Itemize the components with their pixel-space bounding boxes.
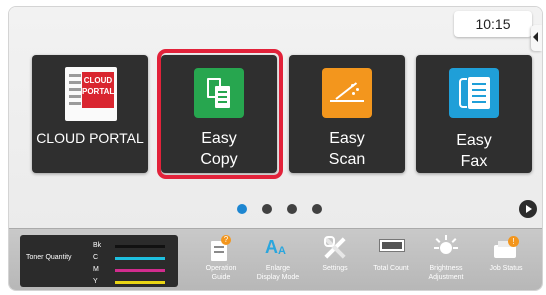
tile-easy-scan[interactable]: Easy Scan — [289, 55, 405, 173]
enlarge-display-button[interactable]: A A Enlarge Display Mode — [251, 231, 305, 289]
operation-guide-label-1: Operation — [205, 265, 237, 272]
tile-cloud-portal[interactable]: CLOUD PORTAL CLOUD PORTAL — [32, 55, 148, 173]
cloud-portal-logo: CLOUD PORTAL — [65, 67, 117, 121]
toner-quantity-label: Toner Quantity — [26, 254, 72, 261]
brightness-label-1: Brightness — [429, 265, 463, 272]
page-dot-4[interactable] — [312, 204, 322, 214]
operation-guide-label-2: Guide — [211, 274, 231, 281]
toner-quantity-panel[interactable]: Toner Quantity Bk C M Y — [20, 235, 178, 287]
clock: 10:15 — [454, 11, 532, 37]
enlarge-label-2: Display Mode — [256, 274, 300, 281]
total-count-icon — [379, 235, 405, 255]
toner-label-c: C — [93, 254, 99, 261]
enlarge-label-1: Enlarge — [265, 265, 291, 272]
toner-bar-c — [115, 257, 165, 260]
next-page-button[interactable] — [519, 200, 537, 218]
fax-icon — [449, 68, 499, 118]
bottom-toolbar: Toner Quantity Bk C M Y ? Operation Guid… — [9, 228, 542, 290]
logo-line-cloud: CLOUD — [83, 76, 113, 85]
brightness-button[interactable]: Brightness Adjustment — [423, 231, 469, 289]
play-icon — [526, 205, 532, 213]
scan-icon — [322, 68, 372, 118]
operation-guide-button[interactable]: ? Operation Guide — [197, 231, 245, 289]
chevron-left-icon — [533, 32, 538, 42]
touch-panel: 10:15 CLOUD PORTAL CLOUD PORTAL Easy Cop… — [9, 7, 542, 290]
job-status-button[interactable]: ! Job Status — [483, 231, 529, 289]
tile-label: CLOUD PORTAL — [36, 130, 144, 146]
toner-label-y: Y — [93, 278, 98, 285]
toner-bar-m — [115, 269, 165, 272]
brightness-label-2: Adjustment — [428, 274, 464, 281]
toner-bar-y — [115, 281, 165, 284]
enlarge-display-icon: A A — [265, 237, 286, 257]
tile-label-line1: Easy — [329, 130, 365, 147]
tile-label-line2: Fax — [460, 153, 488, 170]
settings-label: Settings — [322, 265, 348, 272]
page-dot-1[interactable] — [237, 204, 247, 214]
toner-label-bk: Bk — [93, 242, 102, 249]
job-status-label: Job Status — [489, 265, 523, 272]
side-panel-tab[interactable] — [531, 25, 542, 51]
total-count-button[interactable]: Total Count — [369, 231, 413, 289]
page-dot-3[interactable] — [287, 204, 297, 214]
toner-bar-bk — [115, 245, 165, 248]
brightness-icon — [434, 235, 458, 259]
total-count-label: Total Count — [373, 265, 409, 272]
settings-button[interactable]: Settings — [315, 231, 355, 289]
tile-label-line1: Easy — [456, 132, 492, 149]
tile-label-line2: Scan — [328, 151, 366, 168]
job-status-icon: ! — [494, 235, 520, 259]
toner-label-m: M — [93, 266, 99, 273]
tile-easy-fax[interactable]: Easy Fax — [416, 55, 532, 173]
page-dot-2[interactable] — [262, 204, 272, 214]
settings-icon — [323, 235, 347, 259]
logo-line-portal: PORTAL — [82, 87, 115, 96]
operation-guide-icon: ? — [211, 235, 231, 261]
selection-highlight — [157, 49, 283, 179]
